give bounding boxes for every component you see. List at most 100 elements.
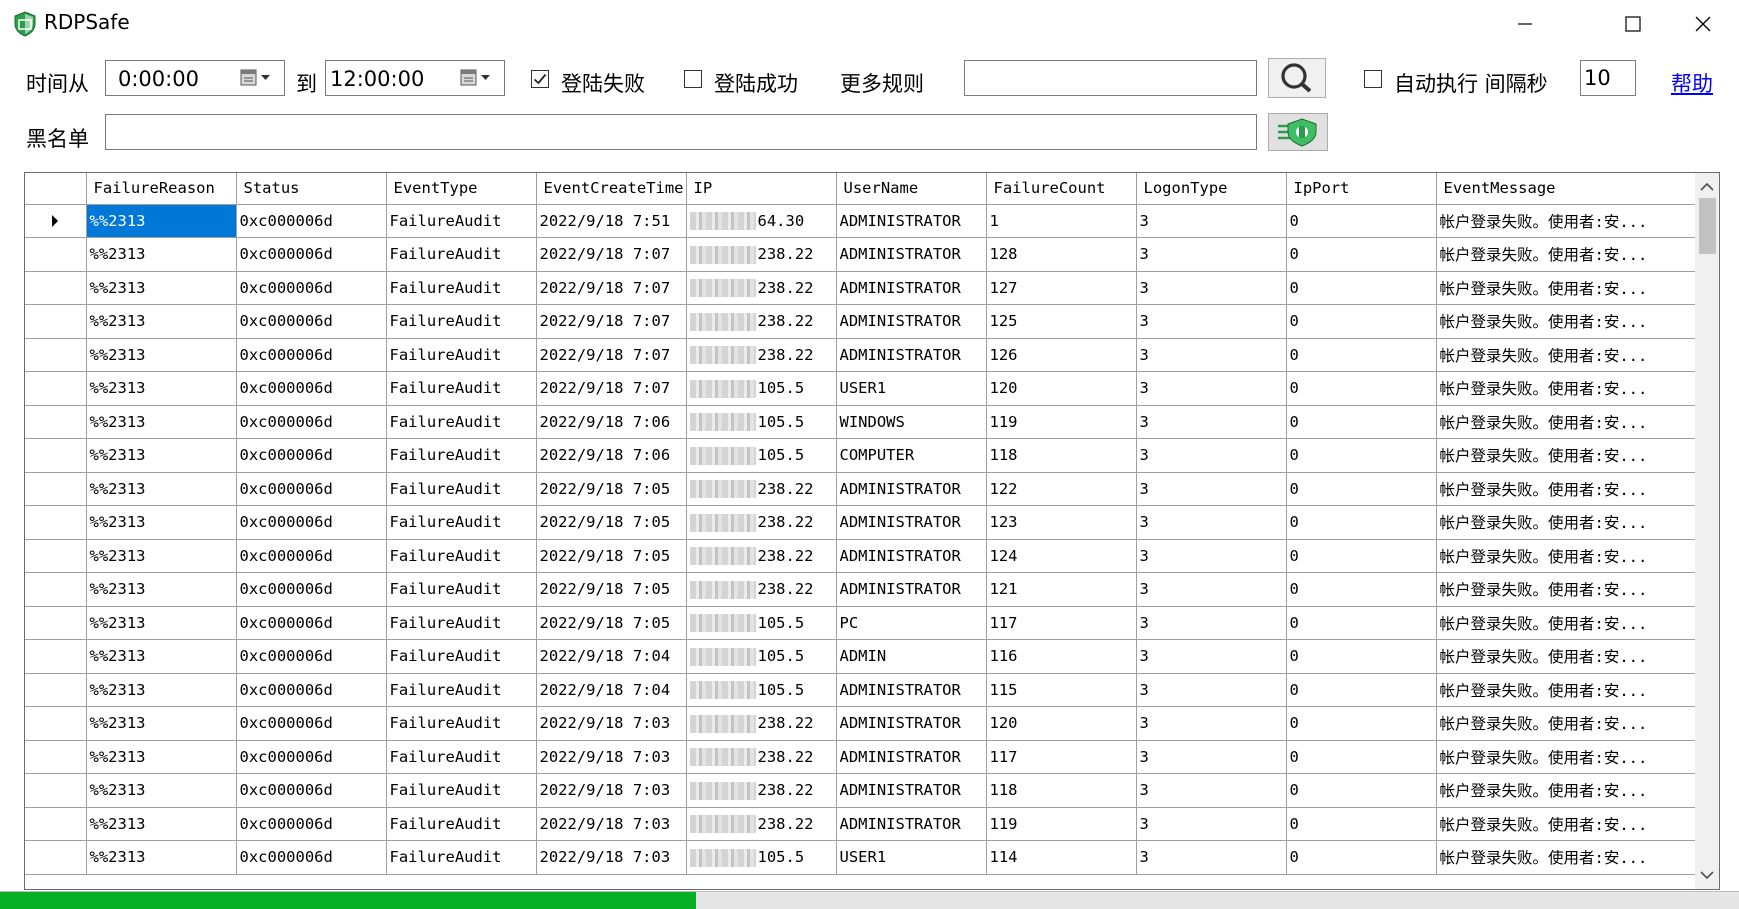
cell-eventcreatetime[interactable]: 2022/9/18 7:05 xyxy=(536,472,687,506)
cell-username[interactable]: USER1 xyxy=(836,840,987,875)
cell-username[interactable]: ADMIN xyxy=(836,639,987,674)
cell-failurecount[interactable]: 126 xyxy=(986,338,1137,372)
cell-ipport[interactable]: 0 xyxy=(1286,740,1437,774)
cell-eventtype[interactable]: FailureAudit xyxy=(386,237,537,272)
cell-ip[interactable]: 238.22 xyxy=(686,572,837,607)
cell-logontype[interactable]: 3 xyxy=(1136,673,1287,707)
cell-ip[interactable]: 238.22 xyxy=(686,271,837,305)
cell-username[interactable]: ADMINISTRATOR xyxy=(836,572,987,607)
row-header[interactable] xyxy=(25,673,87,707)
cell-eventcreatetime[interactable]: 2022/9/18 7:05 xyxy=(536,606,687,640)
time-to-picker[interactable]: 12:00:00 xyxy=(325,60,505,96)
cell-username[interactable]: ADMINISTRATOR xyxy=(836,673,987,707)
cell-eventmessage[interactable]: 帐户登录失败。使用者:安... xyxy=(1436,706,1707,741)
table-row[interactable]: %%2313 0xc000006d FailureAudit 2022/9/18 7:… xyxy=(25,405,1707,439)
cell-status[interactable]: 0xc000006d xyxy=(236,204,387,238)
cell-ip[interactable]: 105.5 xyxy=(686,639,837,674)
table-row[interactable]: %%2313 0xc000006d FailureAudit 2022/9/18 7:… xyxy=(25,237,1707,272)
cell-status[interactable]: 0xc000006d xyxy=(236,405,387,439)
cell-eventmessage[interactable]: 帐户登录失败。使用者:安... xyxy=(1436,505,1707,540)
cell-logontype[interactable]: 3 xyxy=(1136,807,1287,841)
cell-eventmessage[interactable]: 帐户登录失败。使用者:安... xyxy=(1436,539,1707,573)
row-header[interactable] xyxy=(25,304,87,339)
cell-failurereason[interactable]: %%2313 xyxy=(86,438,237,473)
cell-logontype[interactable]: 3 xyxy=(1136,405,1287,439)
row-header[interactable] xyxy=(25,572,87,607)
cell-eventcreatetime[interactable]: 2022/9/18 7:05 xyxy=(536,539,687,573)
cell-eventtype[interactable]: FailureAudit xyxy=(386,371,537,406)
column-header-failurecount[interactable]: FailureCount xyxy=(986,173,1137,205)
cell-username[interactable]: ADMINISTRATOR xyxy=(836,505,987,540)
auto-exec-checkbox[interactable] xyxy=(1364,70,1382,88)
cell-eventtype[interactable]: FailureAudit xyxy=(386,438,537,473)
cell-eventmessage[interactable]: 帐户登录失败。使用者:安... xyxy=(1436,405,1707,439)
cell-eventmessage[interactable]: 帐户登录失败。使用者:安... xyxy=(1436,639,1707,674)
time-from-picker[interactable]: 0:00:00 xyxy=(105,60,285,96)
cell-failurereason[interactable]: %%2313 xyxy=(86,572,237,607)
column-header-failurereason[interactable]: FailureReason xyxy=(86,173,237,205)
row-header[interactable] xyxy=(25,539,87,573)
row-header[interactable] xyxy=(25,472,87,506)
cell-ip[interactable]: 238.22 xyxy=(686,740,837,774)
cell-eventmessage[interactable]: 帐户登录失败。使用者:安... xyxy=(1436,204,1707,238)
maximize-button[interactable] xyxy=(1598,0,1668,48)
cell-ip[interactable]: 238.22 xyxy=(686,338,837,372)
cell-eventcreatetime[interactable]: 2022/9/18 7:06 xyxy=(536,438,687,473)
table-row[interactable]: %%2313 0xc000006d FailureAudit 2022/9/18 7:… xyxy=(25,539,1707,573)
cell-logontype[interactable]: 3 xyxy=(1136,204,1287,238)
row-header[interactable] xyxy=(25,204,87,238)
cell-failurereason[interactable]: %%2313 xyxy=(86,673,237,707)
cell-eventcreatetime[interactable]: 2022/9/18 7:05 xyxy=(536,505,687,540)
cell-eventmessage[interactable]: 帐户登录失败。使用者:安... xyxy=(1436,773,1707,808)
table-row[interactable]: %%2313 0xc000006d FailureAudit 2022/9/18 7:… xyxy=(25,673,1707,707)
cell-eventtype[interactable]: FailureAudit xyxy=(386,204,537,238)
cell-username[interactable]: ADMINISTRATOR xyxy=(836,338,987,372)
calendar-dropdown-icon[interactable] xyxy=(240,68,276,88)
row-header[interactable] xyxy=(25,237,87,272)
cell-eventtype[interactable]: FailureAudit xyxy=(386,773,537,808)
cell-username[interactable]: ADMINISTRATOR xyxy=(836,304,987,339)
cell-username[interactable]: ADMINISTRATOR xyxy=(836,237,987,272)
table-row[interactable]: %%2313 0xc000006d FailureAudit 2022/9/18 7:… xyxy=(25,840,1707,875)
cell-eventtype[interactable]: FailureAudit xyxy=(386,505,537,540)
cell-ipport[interactable]: 0 xyxy=(1286,505,1437,540)
column-header-logontype[interactable]: LogonType xyxy=(1136,173,1287,205)
row-header[interactable] xyxy=(25,271,87,305)
column-header-eventcreatetime[interactable]: EventCreateTime xyxy=(536,173,687,205)
cell-status[interactable]: 0xc000006d xyxy=(236,271,387,305)
cell-eventcreatetime[interactable]: 2022/9/18 7:03 xyxy=(536,773,687,808)
cell-eventmessage[interactable]: 帐户登录失败。使用者:安... xyxy=(1436,572,1707,607)
scrollbar-thumb[interactable] xyxy=(1699,198,1716,254)
cell-ip[interactable]: 238.22 xyxy=(686,807,837,841)
cell-ipport[interactable]: 0 xyxy=(1286,572,1437,607)
scroll-down-icon[interactable] xyxy=(1695,865,1719,885)
cell-ip[interactable]: 238.22 xyxy=(686,505,837,540)
cell-status[interactable]: 0xc000006d xyxy=(236,807,387,841)
cell-username[interactable]: PC xyxy=(836,606,987,640)
cell-eventmessage[interactable]: 帐户登录失败。使用者:安... xyxy=(1436,673,1707,707)
cell-status[interactable]: 0xc000006d xyxy=(236,304,387,339)
cell-eventcreatetime[interactable]: 2022/9/18 7:03 xyxy=(536,840,687,875)
cell-ipport[interactable]: 0 xyxy=(1286,807,1437,841)
cell-ip[interactable]: 238.22 xyxy=(686,773,837,808)
cell-failurereason[interactable]: %%2313 xyxy=(86,304,237,339)
column-header-ip[interactable]: IP xyxy=(686,173,837,205)
table-row[interactable]: %%2313 0xc000006d FailureAudit 2022/9/18 7:… xyxy=(25,204,1707,238)
close-button[interactable] xyxy=(1668,0,1738,48)
cell-logontype[interactable]: 3 xyxy=(1136,572,1287,607)
cell-ipport[interactable]: 0 xyxy=(1286,639,1437,674)
table-row[interactable]: %%2313 0xc000006d FailureAudit 2022/9/18 7:… xyxy=(25,338,1707,372)
row-header[interactable] xyxy=(25,807,87,841)
row-header[interactable] xyxy=(25,438,87,473)
table-row[interactable]: %%2313 0xc000006d FailureAudit 2022/9/18 7:… xyxy=(25,807,1707,841)
cell-eventtype[interactable]: FailureAudit xyxy=(386,673,537,707)
cell-username[interactable]: ADMINISTRATOR xyxy=(836,773,987,808)
column-header-eventtype[interactable]: EventType xyxy=(386,173,537,205)
cell-failurecount[interactable]: 123 xyxy=(986,505,1137,540)
cell-eventcreatetime[interactable]: 2022/9/18 7:04 xyxy=(536,673,687,707)
cell-failurecount[interactable]: 119 xyxy=(986,807,1137,841)
cell-eventmessage[interactable]: 帐户登录失败。使用者:安... xyxy=(1436,271,1707,305)
cell-eventcreatetime[interactable]: 2022/9/18 7:07 xyxy=(536,371,687,406)
cell-ipport[interactable]: 0 xyxy=(1286,338,1437,372)
cell-status[interactable]: 0xc000006d xyxy=(236,639,387,674)
